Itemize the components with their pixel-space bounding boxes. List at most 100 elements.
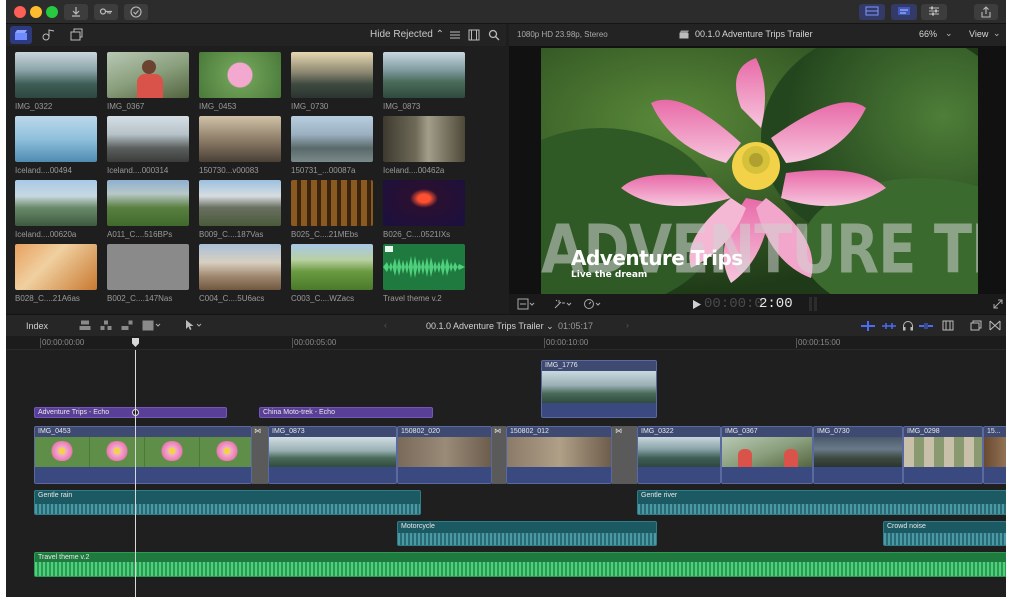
clip-thumbnail <box>199 244 281 290</box>
clip-item[interactable]: C003_C....WZacs <box>291 244 373 303</box>
index-button[interactable]: Index <box>26 321 48 331</box>
clip-item[interactable]: IMG_0730 <box>291 52 373 111</box>
timeline-ruler[interactable]: 00:00:00:00 00:00:05:00 00:00:10:00 00:0… <box>6 336 1006 350</box>
timeline[interactable]: IMG_1776 Adventure Trips - Echo China Mo… <box>6 350 1006 597</box>
primary-clip[interactable]: 15... <box>983 426 1006 484</box>
clip-item[interactable]: Iceland....000314 <box>107 116 189 175</box>
zoom-window-button[interactable] <box>46 6 58 18</box>
snapping-icon[interactable] <box>919 321 933 331</box>
libraries-tab[interactable] <box>10 26 32 44</box>
primary-clip[interactable]: IMG_0873 <box>268 426 397 484</box>
clip-item[interactable]: 150730...v00083 <box>199 116 281 175</box>
audio-clip[interactable]: Gentle river <box>637 490 1006 515</box>
photos-audio-icon[interactable] <box>41 28 55 42</box>
filmstrip-icon[interactable] <box>468 29 480 41</box>
timecode-display[interactable]: 2:00 <box>759 296 793 312</box>
close-window-button[interactable] <box>14 6 26 18</box>
audio-meter <box>814 297 817 311</box>
primary-clip[interactable]: IMG_0730 <box>813 426 903 484</box>
viewer-frame[interactable]: ADVENTURE TRIPS Adventure Trips Live the… <box>541 48 978 294</box>
clip-item[interactable]: B002_C....147Nas <box>107 244 189 303</box>
share-button[interactable] <box>974 4 998 20</box>
append-clip-icon[interactable] <box>121 320 133 331</box>
audio-clip[interactable]: Motorcycle <box>397 521 657 546</box>
clip-item[interactable]: IMG_0322 <box>15 52 97 111</box>
clip-item[interactable]: B028_C....21A6as <box>15 244 97 303</box>
audio-clip[interactable]: Crowd noise <box>883 521 1006 546</box>
clip-item[interactable]: Travel theme v.2 <box>383 244 465 303</box>
forward-chevron-icon[interactable]: › <box>626 320 629 330</box>
clip-label: IMG_0730 <box>291 102 329 111</box>
primary-clip[interactable]: IMG_0367 <box>721 426 813 484</box>
transition[interactable]: ⋈ <box>612 426 637 484</box>
zoom-chevron-icon[interactable]: ⌄ <box>945 28 953 39</box>
clip-thumbnail <box>291 116 373 162</box>
view-popup[interactable]: View <box>969 29 988 39</box>
primary-clip[interactable]: 150802_012 <box>506 426 612 484</box>
primary-clip[interactable]: IMG_0298 <box>903 426 983 484</box>
clapboard-icon <box>15 30 27 40</box>
zoom-popup[interactable]: 66% <box>919 29 937 39</box>
keywords-button[interactable] <box>94 4 118 20</box>
transitions-browser-icon[interactable] <box>989 320 1001 331</box>
clip-item[interactable]: B026_C....0521IXs <box>383 180 465 239</box>
insert-clip-icon[interactable] <box>100 320 112 331</box>
clip-item[interactable]: 150731_...00087a <box>291 116 373 175</box>
primary-clip[interactable]: IMG_0453 <box>34 426 252 484</box>
filter-popup[interactable]: Hide Rejected ⌃ <box>370 29 444 40</box>
ruler-tick: 00:00:10:00 <box>546 338 589 347</box>
overwrite-clip-icon[interactable] <box>142 320 162 331</box>
clip-label: B002_C....147Nas <box>107 294 173 303</box>
play-icon[interactable] <box>693 300 701 309</box>
back-chevron-icon[interactable]: ‹ <box>384 320 387 330</box>
titles-generators-icon[interactable] <box>69 28 83 42</box>
enhancements-icon[interactable] <box>553 298 573 310</box>
title-clip[interactable]: Adventure Trips - Echo <box>34 407 227 418</box>
clip-name: Adventure Trips - Echo <box>38 409 110 416</box>
clip-thumbnail <box>291 52 373 98</box>
clip-appearance-icon[interactable] <box>449 29 461 41</box>
connect-clip-icon[interactable] <box>79 320 91 331</box>
clip-item[interactable]: Iceland....00494 <box>15 116 97 175</box>
connected-clip[interactable]: IMG_1776 <box>541 360 657 418</box>
timeline-project-title[interactable]: 00.1.0 Adventure Trips Trailer ⌄ <box>426 321 554 332</box>
clip-label: Travel theme v.2 <box>383 294 442 303</box>
audio-skimming-icon[interactable] <box>882 321 896 331</box>
transition-icon: ⋈ <box>615 428 622 435</box>
transition[interactable]: ⋈ <box>492 426 506 484</box>
clip-item[interactable]: B009_C....187Vas <box>199 180 281 239</box>
clip-item[interactable]: Iceland....00462a <box>383 116 465 175</box>
playhead[interactable] <box>135 350 136 597</box>
clip-item[interactable]: Iceland....00620a <box>15 180 97 239</box>
effects-browser-icon[interactable] <box>970 320 982 331</box>
show-inspector-button[interactable] <box>921 4 947 20</box>
music-clip[interactable]: Travel theme v.2 <box>34 552 1006 577</box>
search-icon[interactable] <box>488 29 500 41</box>
headphones-icon[interactable] <box>902 320 914 331</box>
title-clip[interactable]: China Moto-trek - Echo <box>259 407 433 418</box>
clip-name: IMG_1776 <box>545 362 578 369</box>
show-timeline-button[interactable] <box>891 4 917 20</box>
primary-clip[interactable]: 150802_020 <box>397 426 492 484</box>
clip-item[interactable]: IMG_0453 <box>199 52 281 111</box>
clip-item[interactable]: IMG_0873 <box>383 52 465 111</box>
video-audio-skimming-icon[interactable] <box>861 321 875 331</box>
clip-item[interactable]: B025_C....21MEbs <box>291 180 373 239</box>
select-tool-icon[interactable] <box>184 319 204 331</box>
speed-icon[interactable] <box>583 298 603 310</box>
fullscreen-icon[interactable] <box>993 299 1003 309</box>
clip-item[interactable]: C004_C....5U6acs <box>199 244 281 303</box>
clip-name: 150802_012 <box>510 428 549 435</box>
show-browser-button[interactable] <box>859 4 885 20</box>
clip-appearance-icon[interactable] <box>942 320 954 331</box>
transform-icon[interactable] <box>517 298 535 310</box>
clip-item[interactable]: IMG_0367 <box>107 52 189 111</box>
import-button[interactable] <box>64 4 88 20</box>
audio-clip[interactable]: Gentle rain <box>34 490 421 515</box>
minimize-window-button[interactable] <box>30 6 42 18</box>
timecode-leading: 00:00:0 <box>704 296 763 312</box>
transition[interactable]: ⋈ <box>252 426 268 484</box>
primary-clip[interactable]: IMG_0322 <box>637 426 721 484</box>
background-tasks-button[interactable] <box>124 4 148 20</box>
clip-item[interactable]: A011_C....516BPs <box>107 180 189 239</box>
